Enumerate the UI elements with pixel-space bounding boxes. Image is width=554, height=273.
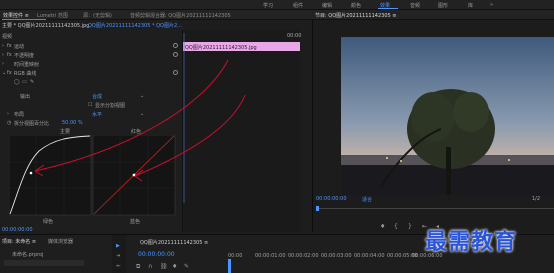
- workspace-bar: 学习 组件 编辑 颜色 效果 音频 图形 库 »: [0, 0, 554, 10]
- expand-opacity-icon[interactable]: ›: [2, 52, 4, 58]
- collapse-rgb-curves-icon[interactable]: ⌄: [2, 70, 6, 76]
- reset-opacity-icon[interactable]: [173, 52, 178, 57]
- active-workspace-indicator: [378, 8, 398, 9]
- layout-dropdown[interactable]: 水平: [92, 111, 102, 118]
- show-split-view-label: 显示分割视图: [95, 103, 126, 109]
- rectangle-mask-icon[interactable]: ▭: [22, 79, 27, 85]
- workspace-learn[interactable]: 学习: [263, 2, 273, 9]
- master-curve-point: [29, 171, 33, 175]
- fx-opacity-icon: fx: [7, 52, 12, 58]
- track-select-tool-icon[interactable]: ⇥: [116, 253, 120, 259]
- curve-header-red: 红色: [131, 129, 142, 135]
- tab-lumetri-scopes[interactable]: Lumetri 范围: [37, 12, 68, 19]
- wrench-icon: ✎: [184, 263, 189, 270]
- effect-opacity[interactable]: 不透明度: [14, 52, 34, 59]
- tab-program-monitor[interactable]: 节目: QQ图片20211111142305 ≡: [315, 12, 396, 19]
- expand-time-remap-icon[interactable]: ›: [2, 61, 4, 67]
- sequence-label[interactable]: QQ图片20211111142305 * QQ图片2...: [88, 22, 182, 29]
- effect-controls-timeline[interactable]: 00:00: [182, 30, 302, 232]
- program-playhead[interactable]: [316, 206, 319, 211]
- tab-effect-controls[interactable]: 效果控件 ≡: [3, 12, 29, 19]
- chevron-down-icon[interactable]: ⌄: [140, 93, 144, 99]
- split-percent-label: 拆分视图百分比: [14, 121, 50, 127]
- program-scrubber[interactable]: [316, 205, 554, 209]
- timeline-playhead[interactable]: [228, 259, 231, 273]
- effect-rgb-curves[interactable]: RGB 曲线: [14, 70, 36, 77]
- selection-tool-icon[interactable]: ▶: [116, 243, 120, 249]
- tab-media-browser[interactable]: 媒体浏览器: [48, 238, 73, 245]
- project-search-input[interactable]: [4, 260, 84, 266]
- nest-icon: ⧉: [136, 263, 141, 270]
- layout-expand-icon[interactable]: ›: [7, 111, 9, 117]
- timeline-toolbar: ⧉ ∩ ⛓ ♦ ✎: [136, 262, 189, 270]
- linked-selection-icon: ⛓: [160, 262, 168, 270]
- mini-timeline-clip[interactable]: QQ图片20211111142305.jpg: [183, 42, 300, 51]
- mini-timeline-ruler: 00:00: [287, 33, 302, 39]
- pen-mask-icon[interactable]: ✎: [30, 79, 34, 85]
- program-timecode[interactable]: 00:00:00:00: [316, 196, 347, 202]
- master-curve-box: [9, 135, 92, 216]
- workspace-graphics[interactable]: 图形: [438, 2, 448, 9]
- mark-in-icon: {: [394, 223, 398, 230]
- ruler-label-4: 00:00:04:00: [354, 253, 385, 259]
- workspace-editing[interactable]: 编辑: [322, 2, 332, 9]
- snap-icon: ∩: [148, 263, 152, 270]
- workspace-libraries[interactable]: 库: [468, 2, 473, 9]
- curves-graphs[interactable]: 绿色 蓝色: [9, 135, 177, 231]
- output-dropdown[interactable]: 合成: [92, 93, 102, 100]
- marker-icon: ♦: [380, 223, 385, 230]
- quality-dropdown[interactable]: 1/2: [532, 196, 540, 202]
- watermark-logo: 最需教育: [425, 229, 518, 255]
- add-marker-icon: ♦: [172, 263, 177, 270]
- mini-clip-name: QQ图片20211111142305.jpg: [185, 45, 257, 51]
- ruler-label-2: 00:00:02:00: [288, 253, 319, 259]
- ellipse-mask-icon[interactable]: ◯: [14, 79, 20, 85]
- panel-tab-row: 效果控件 ≡ Lumetri 范围 源：(无剪辑) 音频剪辑混合器: QQ图片2…: [0, 10, 554, 20]
- red-curve-point: [132, 173, 136, 177]
- video-thumbnail-scene: [341, 37, 554, 195]
- project-file-name[interactable]: 未命名.prproj: [12, 251, 43, 258]
- effect-controls-timecode[interactable]: 00:00:00:00: [2, 227, 33, 233]
- curve-header-master: 主要: [60, 129, 71, 135]
- fx-motion-icon: fx: [7, 43, 12, 49]
- program-video-frame[interactable]: [341, 37, 554, 195]
- clip-label[interactable]: 主要 * QQ图片20211111142305.jpg: [2, 22, 89, 29]
- workspace-assembly[interactable]: 组件: [293, 2, 303, 9]
- reset-rgb-curves-icon[interactable]: [173, 70, 178, 75]
- fx-rgb-curves-icon: fx: [7, 70, 12, 76]
- effect-time-remapping[interactable]: 时间重映射: [14, 61, 39, 68]
- ruler-label-3: 00:00:03:00: [321, 253, 352, 259]
- workspace-color[interactable]: 颜色: [351, 2, 361, 9]
- tab-source[interactable]: 源：(无剪辑): [83, 12, 112, 19]
- fit-dropdown[interactable]: 适合: [362, 196, 372, 203]
- timeline-timecode[interactable]: 00:00:00:00: [138, 251, 175, 258]
- section-video: 视频: [2, 34, 13, 40]
- effect-motion[interactable]: 运动: [14, 43, 24, 50]
- curve-footer-blue: 蓝色: [130, 218, 140, 225]
- tab-audio-clip-mixer[interactable]: 音频剪辑混合器: QQ图片20211111142305: [130, 12, 231, 19]
- ripple-edit-tool-icon[interactable]: ⟛: [116, 263, 121, 269]
- timeline-title[interactable]: QQ图片20211111142305 ≡: [140, 239, 208, 246]
- split-percent-stopwatch-icon[interactable]: ◷: [7, 120, 11, 126]
- chevron-down-icon[interactable]: ⌄: [140, 111, 144, 117]
- layout-label: 布局: [14, 112, 25, 118]
- workspace-audio[interactable]: 音频: [410, 2, 420, 9]
- curve-footer-green: 绿色: [43, 218, 53, 225]
- tab-project[interactable]: 项目: 未命名 ≡: [2, 238, 36, 245]
- ruler-label-1: 00:00:01:00: [255, 253, 286, 259]
- workspace-more-icon[interactable]: »: [490, 2, 493, 8]
- reset-motion-icon[interactable]: [173, 43, 178, 48]
- mark-out-icon: }: [408, 223, 412, 230]
- expand-motion-icon[interactable]: ›: [2, 43, 4, 49]
- output-label: 输出: [20, 94, 31, 100]
- split-view-checkbox[interactable]: ☐: [88, 102, 92, 108]
- mini-timeline-playhead[interactable]: [183, 33, 185, 203]
- effect-controls-panel: 主要 * QQ图片20211111142305.jpg QQ图片20211111…: [0, 20, 182, 233]
- split-percent-value[interactable]: 50.00 %: [62, 120, 83, 126]
- tools-panel: ▶ ⇥ ⟛: [112, 235, 126, 273]
